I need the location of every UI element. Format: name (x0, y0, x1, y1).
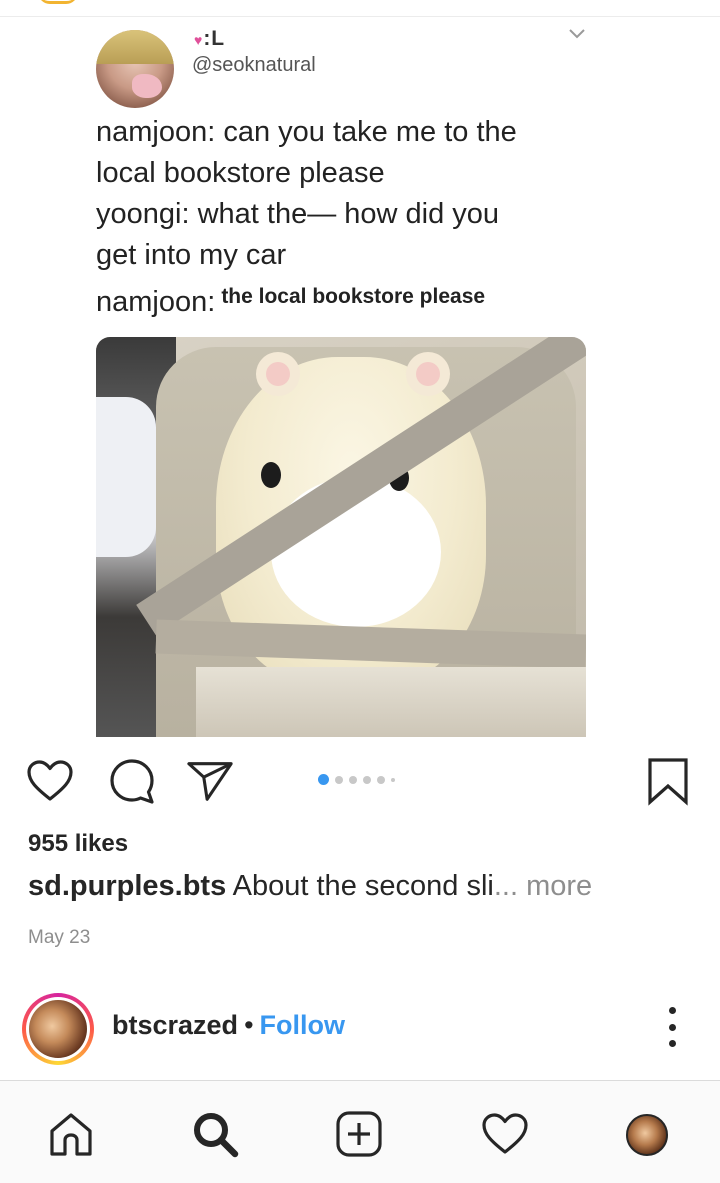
carousel-dot (391, 777, 395, 782)
heart-icon[interactable] (26, 757, 74, 805)
avatar-hair (96, 30, 174, 64)
tweet-line: yoongi: what the— how did you (96, 198, 500, 230)
search-icon[interactable] (190, 1109, 240, 1159)
photo-bag (96, 397, 156, 557)
kebab-dot (668, 1040, 676, 1047)
tweet-line-prefix: namjoon: (96, 286, 216, 318)
carousel-dot (363, 775, 371, 784)
seat-base (196, 667, 586, 737)
caption-more-link[interactable]: ... more (494, 870, 592, 902)
kebab-dot (668, 1007, 676, 1014)
comment-icon[interactable] (108, 757, 156, 805)
paper-plane-icon[interactable] (186, 757, 234, 805)
kebab-dot (668, 1023, 676, 1031)
tweet-display-name: ♥:L (194, 27, 225, 51)
carousel-indicator (318, 774, 395, 785)
tweet-line: get into my car (96, 239, 287, 271)
bottom-tab-bar (0, 1080, 720, 1183)
carousel-dot (318, 774, 329, 785)
next-post-user: btscrazed • Follow (112, 1010, 345, 1041)
hamster-plush-photo (96, 337, 586, 737)
avatar-photo (29, 1000, 87, 1058)
post-image[interactable]: ♥:L @seoknatural namjoon: can you take m… (0, 17, 720, 737)
chevron-down-icon (569, 29, 585, 39)
plus-square-icon[interactable] (334, 1109, 384, 1159)
tweet-avatar (96, 30, 174, 108)
hamster-ear (256, 352, 300, 396)
story-ring-edge (38, 0, 78, 4)
heart-icon[interactable] (480, 1109, 530, 1159)
separator-dot: • (244, 1010, 254, 1040)
tweet-line: local bookstore please (96, 157, 385, 189)
avatar[interactable] (22, 993, 94, 1065)
tweet-text: namjoon: can you take me to the local bo… (96, 112, 596, 323)
hamster-eye (261, 462, 281, 488)
more-vertical-icon[interactable] (660, 1007, 684, 1047)
carousel-dot (349, 775, 357, 784)
heart-emoji-icon: ♥ (194, 32, 204, 48)
tweet-line: namjoon: the local bookstore please (96, 276, 596, 323)
hamster-ear (406, 352, 450, 396)
carousel-dot (335, 775, 343, 784)
caption-text: About the second sli (226, 870, 494, 902)
next-post-header: btscrazed • Follow (0, 985, 720, 1070)
tweet-line-small: the local bookstore please (221, 285, 486, 308)
follow-button[interactable]: Follow (260, 1010, 345, 1040)
home-icon[interactable] (46, 1109, 96, 1159)
tweet-handle: @seoknatural (192, 54, 316, 76)
next-post-username[interactable]: btscrazed (112, 1010, 238, 1040)
bookmark-icon[interactable] (644, 757, 692, 806)
post-date: May 23 (28, 927, 91, 948)
tweet-display-name-text: :L (203, 27, 226, 50)
profile-avatar-tab[interactable] (626, 1114, 668, 1156)
previous-post-edge (0, 0, 720, 17)
post-action-bar (0, 737, 720, 817)
tweet-line: namjoon: can you take me to the (96, 116, 517, 148)
likes-count[interactable]: 955 likes (28, 830, 128, 858)
caption-username[interactable]: sd.purples.bts (28, 870, 226, 902)
post-caption: sd.purples.bts About the second sli... m… (28, 870, 592, 903)
avatar-hand (132, 74, 162, 98)
carousel-dot (377, 775, 385, 784)
